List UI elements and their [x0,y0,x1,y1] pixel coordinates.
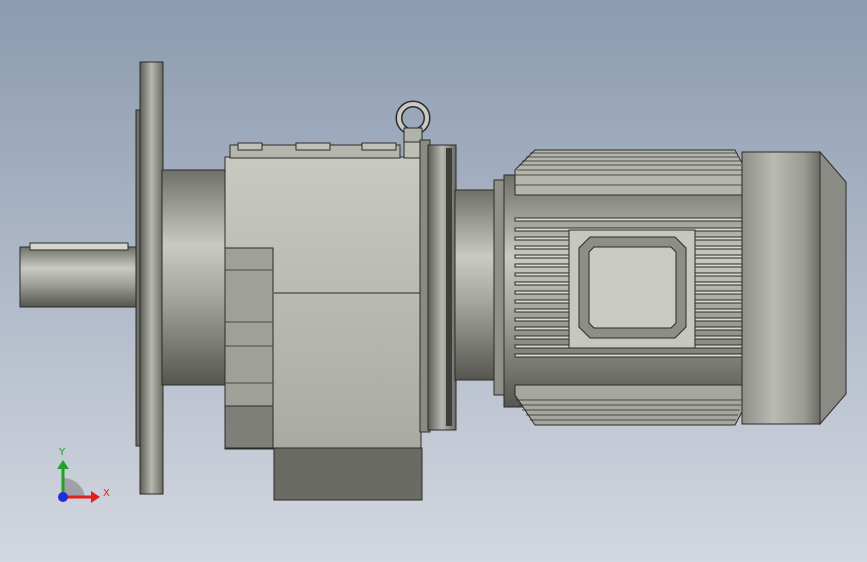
coordinate-triad: Y X [57,447,110,503]
motor-body[interactable] [503,149,745,426]
lifting-eye-bolt[interactable] [395,100,431,143]
gear-motor-model[interactable] [19,61,847,501]
y-axis-label: Y [58,447,66,458]
3d-viewport[interactable]: Y X [0,0,867,562]
terminal-box[interactable] [568,229,696,349]
fan-cover[interactable] [741,150,847,426]
gearbox-housing[interactable] [224,139,425,501]
x-axis-label: X [103,488,110,499]
output-shaft[interactable] [19,242,139,308]
adapter-rings [419,139,507,433]
flange-neck [161,169,229,386]
mounting-flange[interactable] [135,61,164,495]
